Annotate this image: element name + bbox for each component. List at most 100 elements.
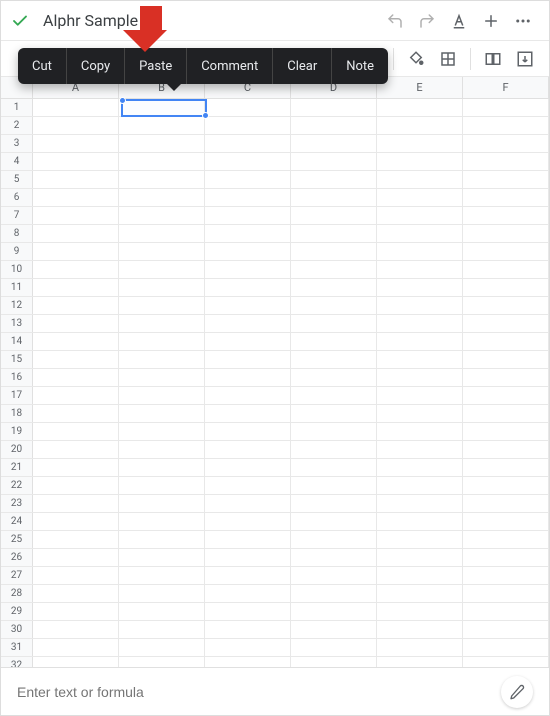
cell[interactable] — [119, 495, 205, 512]
menu-clear[interactable]: Clear — [273, 48, 332, 84]
cell[interactable] — [463, 387, 549, 404]
add-button[interactable] — [475, 12, 507, 30]
cell[interactable] — [377, 549, 463, 566]
cell[interactable] — [291, 297, 377, 314]
cell[interactable] — [377, 459, 463, 476]
cell[interactable] — [119, 405, 205, 422]
cell[interactable] — [463, 405, 549, 422]
cell[interactable] — [205, 333, 291, 350]
cell[interactable] — [119, 603, 205, 620]
cell[interactable] — [119, 513, 205, 530]
redo-button[interactable] — [411, 12, 443, 30]
cell[interactable] — [33, 99, 119, 116]
cell[interactable] — [33, 585, 119, 602]
cell[interactable] — [33, 135, 119, 152]
cell[interactable] — [205, 531, 291, 548]
cell[interactable] — [377, 279, 463, 296]
cell[interactable] — [377, 225, 463, 242]
row-header[interactable]: 20 — [1, 441, 33, 458]
cell[interactable] — [291, 441, 377, 458]
cell[interactable] — [291, 243, 377, 260]
cell[interactable] — [205, 279, 291, 296]
cell[interactable] — [463, 171, 549, 188]
cell[interactable] — [377, 207, 463, 224]
cell[interactable] — [463, 225, 549, 242]
cell[interactable] — [463, 459, 549, 476]
cell[interactable] — [119, 261, 205, 278]
row-header[interactable]: 30 — [1, 621, 33, 638]
cell[interactable] — [291, 189, 377, 206]
cell[interactable] — [463, 639, 549, 656]
cell[interactable] — [119, 153, 205, 170]
cell[interactable] — [33, 639, 119, 656]
cell[interactable] — [291, 513, 377, 530]
cell[interactable] — [119, 171, 205, 188]
cell[interactable] — [377, 531, 463, 548]
selection-handle[interactable] — [119, 97, 126, 104]
cell[interactable] — [291, 225, 377, 242]
cell[interactable] — [205, 567, 291, 584]
cell[interactable] — [33, 513, 119, 530]
cell[interactable] — [33, 171, 119, 188]
cell[interactable] — [377, 495, 463, 512]
row-header[interactable]: 7 — [1, 207, 33, 224]
cell[interactable] — [377, 351, 463, 368]
cell[interactable] — [463, 189, 549, 206]
cell[interactable] — [205, 351, 291, 368]
cell[interactable] — [291, 585, 377, 602]
row-header[interactable]: 18 — [1, 405, 33, 422]
cell[interactable] — [463, 333, 549, 350]
cell[interactable] — [119, 369, 205, 386]
row-header[interactable]: 8 — [1, 225, 33, 242]
cell[interactable] — [119, 351, 205, 368]
cell[interactable] — [291, 261, 377, 278]
cell[interactable] — [463, 279, 549, 296]
cell[interactable] — [291, 639, 377, 656]
cell[interactable] — [463, 513, 549, 530]
cell[interactable] — [33, 225, 119, 242]
cell[interactable] — [33, 243, 119, 260]
cell[interactable] — [119, 387, 205, 404]
cell[interactable] — [205, 621, 291, 638]
cell[interactable] — [205, 387, 291, 404]
cell[interactable] — [291, 459, 377, 476]
cell[interactable] — [463, 495, 549, 512]
cell[interactable] — [33, 621, 119, 638]
cell[interactable] — [119, 549, 205, 566]
cell[interactable] — [291, 207, 377, 224]
cell[interactable] — [291, 279, 377, 296]
cell[interactable] — [377, 243, 463, 260]
row-header[interactable]: 19 — [1, 423, 33, 440]
cell[interactable] — [377, 333, 463, 350]
cell[interactable] — [205, 297, 291, 314]
cell[interactable] — [291, 477, 377, 494]
cell[interactable] — [119, 333, 205, 350]
cell[interactable] — [119, 657, 205, 667]
cell[interactable] — [205, 459, 291, 476]
cell[interactable] — [377, 423, 463, 440]
cell[interactable] — [291, 333, 377, 350]
cell[interactable] — [291, 603, 377, 620]
more-button[interactable] — [507, 12, 539, 30]
cell[interactable] — [205, 495, 291, 512]
row-header[interactable]: 16 — [1, 369, 33, 386]
cell[interactable] — [33, 603, 119, 620]
cell[interactable] — [119, 315, 205, 332]
cell[interactable] — [33, 495, 119, 512]
cell[interactable] — [205, 585, 291, 602]
cell[interactable] — [205, 225, 291, 242]
cell[interactable] — [463, 657, 549, 667]
fill-color-button[interactable] — [400, 43, 432, 75]
menu-paste[interactable]: Paste — [125, 48, 187, 84]
cell[interactable] — [377, 621, 463, 638]
text-color-button[interactable] — [443, 12, 475, 30]
cell[interactable] — [33, 153, 119, 170]
cell[interactable] — [33, 405, 119, 422]
formula-input[interactable] — [17, 684, 501, 700]
cell[interactable] — [377, 639, 463, 656]
cell[interactable] — [377, 135, 463, 152]
merge-button[interactable] — [477, 43, 509, 75]
cell[interactable] — [119, 621, 205, 638]
cell[interactable] — [119, 531, 205, 548]
cell[interactable] — [463, 477, 549, 494]
